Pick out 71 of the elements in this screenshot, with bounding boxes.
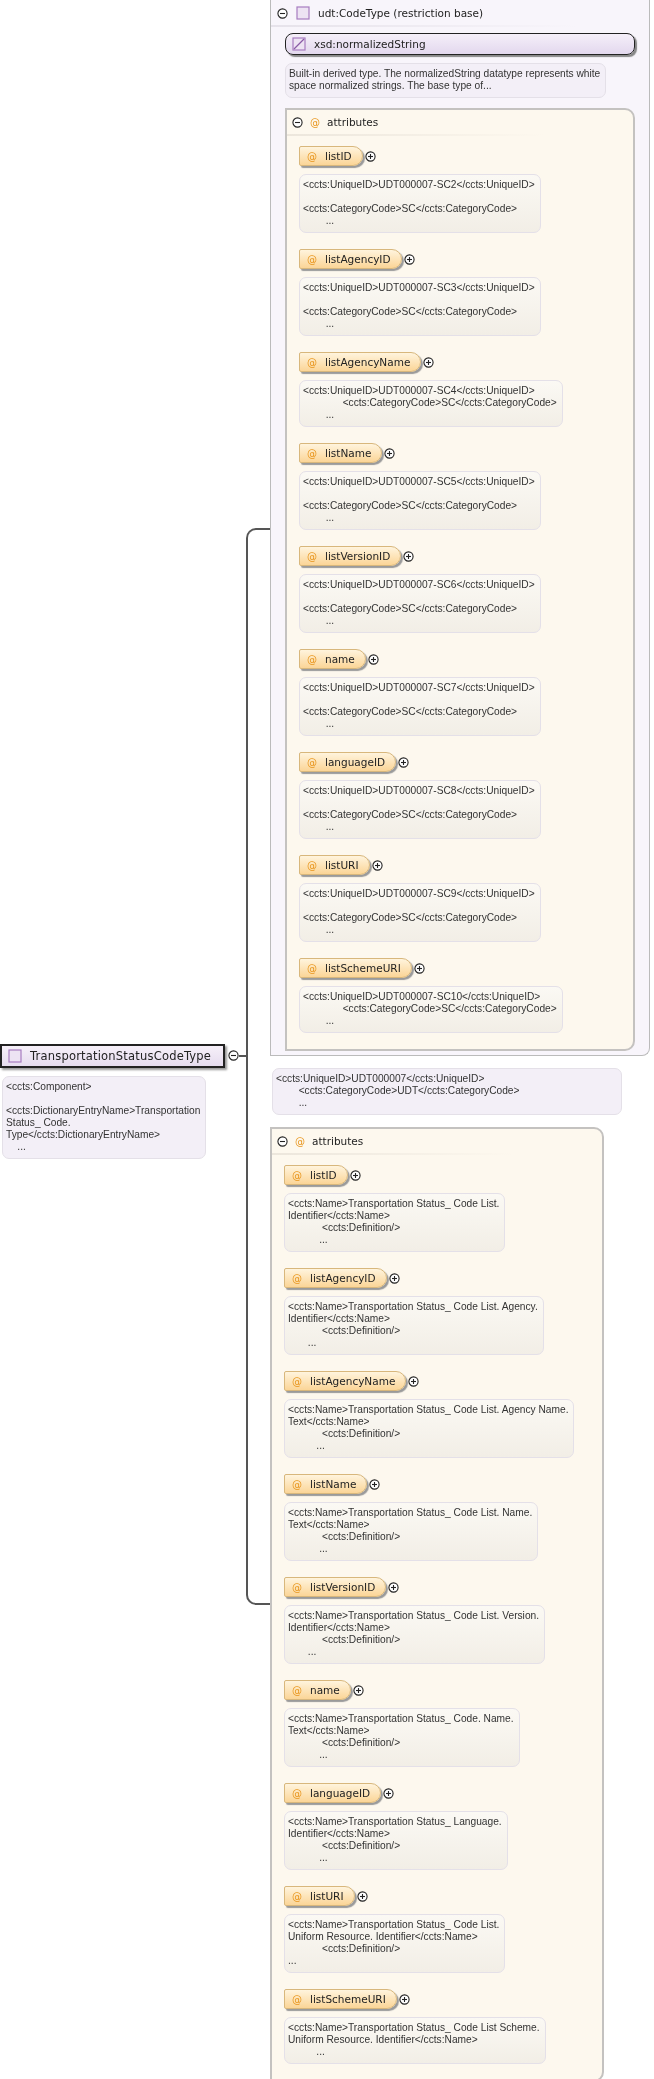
attribute-node[interactable]: @ listAgencyName <box>299 352 422 372</box>
complex-type-icon <box>296 6 310 20</box>
expand-icon[interactable] <box>408 1375 420 1387</box>
expand-icon[interactable] <box>356 1890 368 1902</box>
expand-icon[interactable] <box>367 653 379 665</box>
attribute-node[interactable]: @ listURI <box>299 855 370 875</box>
expand-icon[interactable] <box>364 150 376 162</box>
attribute-node[interactable]: @ listAgencyName <box>284 1371 407 1391</box>
attribute-node[interactable]: @ languageID <box>284 1783 382 1803</box>
expand-icon[interactable] <box>403 253 415 265</box>
attribute-node[interactable]: @ listVersionID <box>284 1577 387 1597</box>
annotation-text: <ccts:Name>Transportation Status_ Code List. Agency. Identifier</ccts:Name> <ccts:Definition/> ... <box>284 1296 544 1355</box>
annotation-text: <ccts:UniqueID>UDT000007-SC4</ccts:UniqueID> <ccts:CategoryCode>SC</ccts:CategoryCode> ... <box>299 380 563 427</box>
expand-icon[interactable] <box>388 1272 400 1284</box>
attribute-node[interactable]: @ name <box>299 649 366 669</box>
annotation-text: <ccts:UniqueID>UDT000007-SC8</ccts:UniqueID> <ccts:CategoryCode>SC</ccts:CategoryCode> ... <box>299 780 541 839</box>
expand-icon[interactable] <box>388 1581 400 1593</box>
complex-type-icon <box>8 1048 22 1063</box>
attribute-node[interactable]: @ languageID <box>299 752 397 772</box>
annotation-text: <ccts:Name>Transportation Status_ Language. Identifier</ccts:Name> <ccts:Definition/> ... <box>284 1811 508 1870</box>
collapse-icon[interactable] <box>228 1050 240 1061</box>
annotation-text: <ccts:UniqueID>UDT000007-SC7</ccts:UniqueID> <ccts:CategoryCode>SC</ccts:CategoryCode> ... <box>299 677 541 736</box>
annotation-text: <ccts:UniqueID>UDT000007-SC6</ccts:UniqueID> <ccts:CategoryCode>SC</ccts:CategoryCode> ... <box>299 574 541 633</box>
annotation-text: <ccts:UniqueID>UDT000007-SC10</ccts:UniqueID> <ccts:CategoryCode>SC</ccts:CategoryCode> ... <box>299 986 563 1033</box>
annotation-text: <ccts:Name>Transportation Status_ Code List. Agency Name. Text</ccts:Name> <ccts:Definition/> ... <box>284 1399 575 1458</box>
expand-icon[interactable] <box>413 962 425 974</box>
expand-icon[interactable] <box>352 1684 364 1696</box>
attribute-node[interactable]: @ listVersionID <box>299 546 402 566</box>
expand-icon[interactable] <box>403 550 415 562</box>
attribute-node[interactable]: @ listURI <box>284 1886 355 1906</box>
expand-icon[interactable] <box>371 859 383 871</box>
annotation-text: <ccts:UniqueID>UDT000007-SC9</ccts:UniqueID> <ccts:CategoryCode>SC</ccts:CategoryCode> ... <box>299 883 541 942</box>
attribute-node[interactable]: @ listID <box>284 1165 348 1185</box>
attribute-node[interactable]: @ listAgencyID <box>299 249 402 269</box>
annotation-text: <ccts:Name>Transportation Status_ Code. Name. Text</ccts:Name> <ccts:Definition/> ... <box>284 1708 520 1767</box>
annotation-text: <ccts:Name>Transportation Status_ Code List. Uniform Resource. Identifier</ccts:Name> <ccts:Definition/> ... <box>284 1914 506 1973</box>
annotation-text: <ccts:UniqueID>UDT000007-SC3</ccts:UniqueID> <ccts:CategoryCode>SC</ccts:CategoryCode> ... <box>299 277 541 336</box>
attribute-node[interactable]: @ listSchemeURI <box>299 958 412 978</box>
type-description: Built-in derived type. The normalizedString datatype represents white space normalized strings. The base type of... <box>285 63 607 98</box>
attribute-node[interactable]: @ name <box>284 1680 351 1700</box>
group-label: attributes <box>312 1135 364 1147</box>
annotation-text: <ccts:UniqueID>UDT000007-SC5</ccts:UniqueID> <ccts:CategoryCode>SC</ccts:CategoryCode> ... <box>299 471 541 530</box>
annotation-text: <ccts:Name>Transportation Status_ Code List Scheme. Uniform Resource. Identifier</ccts:Name> ... <box>284 2017 546 2064</box>
expand-icon[interactable] <box>384 447 396 459</box>
attribute-node[interactable]: @ listName <box>284 1474 368 1494</box>
group-label: attributes <box>327 116 379 128</box>
attribute-icon: @ <box>310 116 320 128</box>
annotation-text: <ccts:Name>Transportation Status_ Code List. Version. Identifier</ccts:Name> <ccts:Definition/> ... <box>284 1605 546 1664</box>
attribute-node[interactable]: @ listAgencyID <box>284 1268 387 1288</box>
simple-type-icon <box>292 37 306 51</box>
annotation-text: <ccts:Name>Transportation Status_ Code List. Identifier</ccts:Name> <ccts:Definition/> ... <box>284 1193 506 1252</box>
collapse-icon[interactable] <box>277 7 288 19</box>
root-type-node[interactable]: TransportationStatusCodeType <box>0 1043 226 1068</box>
annotation-text: <ccts:UniqueID>UDT000007-SC2</ccts:UniqueID> <ccts:CategoryCode>SC</ccts:CategoryCode> ... <box>299 174 541 233</box>
attribute-icon: @ <box>295 1135 305 1147</box>
base-type-title: udt:CodeType (restriction base) <box>318 7 484 19</box>
attribute-node[interactable]: @ listName <box>299 443 383 463</box>
collapse-icon[interactable] <box>292 116 303 128</box>
expand-icon[interactable] <box>423 356 435 368</box>
expand-icon[interactable] <box>383 1787 395 1799</box>
annotation-text: <ccts:UniqueID>UDT000007</ccts:UniqueID> <ccts:CategoryCode>UDT</ccts:CategoryCode> ... <box>272 1068 622 1115</box>
attribute-node[interactable]: @ listID <box>299 146 363 166</box>
annotation-text: <ccts:Component> <ccts:DictionaryEntryName>Transportation Status_ Code. Type</ccts:DictionaryEntryName> ... <box>2 1075 207 1159</box>
annotation-text: <ccts:Name>Transportation Status_ Code List. Name. Text</ccts:Name> <ccts:Definition/> ... <box>284 1502 539 1561</box>
collapse-icon[interactable] <box>277 1135 288 1147</box>
simple-type-node[interactable]: xsd:normalizedString <box>285 33 635 55</box>
expand-icon[interactable] <box>349 1169 361 1181</box>
expand-icon[interactable] <box>398 756 410 768</box>
expand-icon[interactable] <box>398 1993 410 2005</box>
expand-icon[interactable] <box>369 1478 381 1490</box>
attribute-node[interactable]: @ listSchemeURI <box>284 1989 397 2009</box>
